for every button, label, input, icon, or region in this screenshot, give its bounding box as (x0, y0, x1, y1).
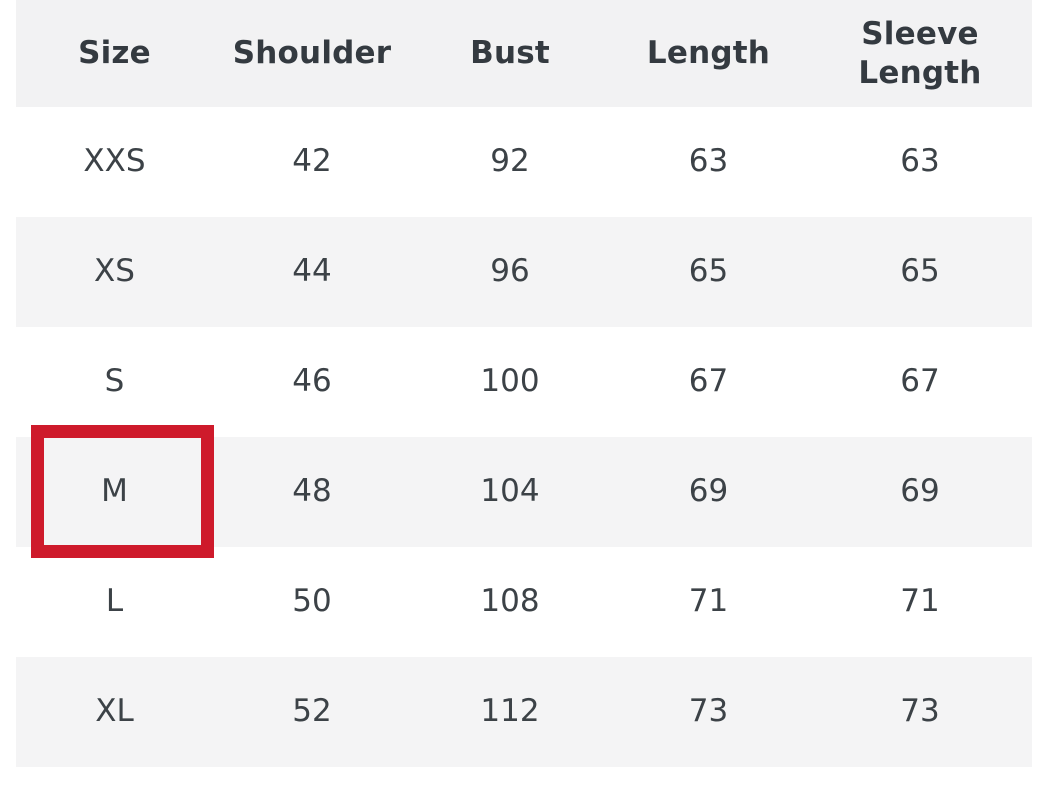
cell-shoulder: 48 (292, 473, 332, 510)
cell-size-selected[interactable]: M (16, 437, 213, 547)
cell-length: 65 (688, 253, 729, 290)
cell-length: 67 (688, 363, 729, 400)
cell-shoulder: 46 (292, 363, 332, 400)
cell-sleeve-length: 71 (900, 583, 940, 620)
cell-bust: 92 (490, 143, 530, 180)
cell-sleeve-length: 67 (900, 363, 940, 400)
cell-bust: 96 (490, 253, 530, 290)
table-header-row: Size Shoulder Bust Length Sleeve Length (16, 0, 1032, 107)
cell-shoulder: 52 (292, 693, 332, 730)
size-chart-table: Size Shoulder Bust Length Sleeve Length … (16, 0, 1032, 767)
cell-size: XXS (83, 143, 146, 180)
table-header: Size Shoulder Bust Length Sleeve Length (16, 0, 1032, 107)
cell-size: XS (94, 253, 135, 290)
cell-size: S (104, 363, 125, 400)
table-row[interactable]: XS 44 96 65 65 (16, 217, 1032, 327)
column-header-sleeve-length[interactable]: Sleeve Length (808, 0, 1032, 107)
table-row[interactable]: XXS 42 92 63 63 (16, 107, 1032, 217)
column-header-bust[interactable]: Bust (411, 0, 609, 107)
cell-length: 73 (688, 693, 729, 730)
cell-shoulder: 44 (292, 253, 332, 290)
cell-sleeve-length: 73 (900, 693, 940, 730)
cell-sleeve-length: 69 (900, 473, 940, 510)
column-header-length[interactable]: Length (609, 0, 808, 107)
table-body: XXS 42 92 63 63 XS 44 96 65 65 S 46 100 … (16, 107, 1032, 767)
cell-shoulder: 50 (292, 583, 332, 620)
cell-size: L (105, 583, 124, 620)
cell-length: 63 (688, 143, 729, 180)
cell-bust: 104 (480, 473, 540, 510)
size-chart-page: Size Shoulder Bust Length Sleeve Length … (0, 0, 1064, 791)
cell-length: 71 (688, 583, 729, 620)
column-header-shoulder[interactable]: Shoulder (213, 0, 411, 107)
cell-length: 69 (688, 473, 729, 510)
table-row-selected[interactable]: M 48 104 69 69 (16, 437, 1032, 547)
table-row[interactable]: XL 52 112 73 73 (16, 657, 1032, 767)
cell-bust: 108 (480, 583, 540, 620)
cell-bust: 100 (480, 363, 540, 400)
cell-bust: 112 (480, 693, 540, 730)
table-row[interactable]: S 46 100 67 67 (16, 327, 1032, 437)
cell-sleeve-length: 65 (900, 253, 940, 290)
table-row[interactable]: L 50 108 71 71 (16, 547, 1032, 657)
cell-sleeve-length: 63 (900, 143, 940, 180)
cell-size: XL (95, 693, 134, 730)
cell-shoulder: 42 (292, 143, 332, 180)
column-header-size[interactable]: Size (16, 0, 213, 107)
